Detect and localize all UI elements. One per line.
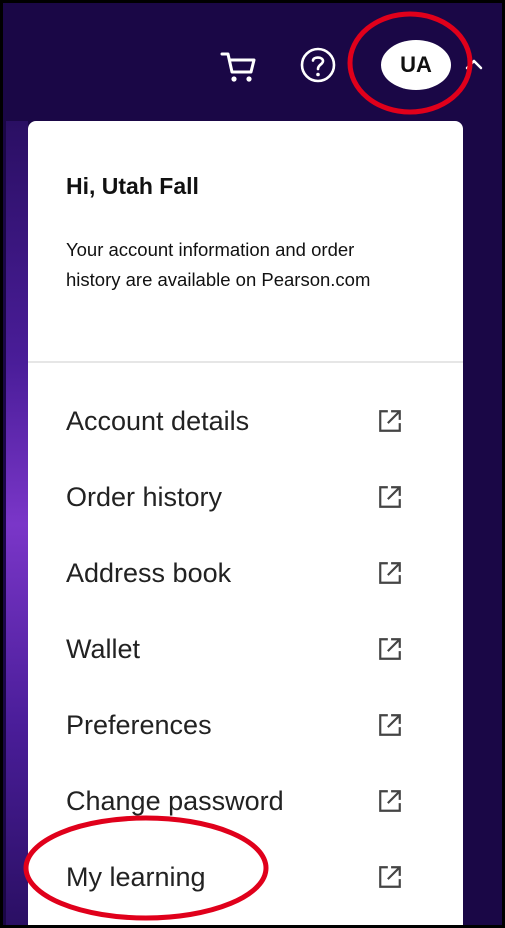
- menu-item-account-details[interactable]: Account details: [28, 383, 463, 459]
- menu-item-label: Account details: [66, 405, 250, 436]
- cart-button[interactable]: [217, 45, 259, 87]
- account-menu-list: Account details Order history Address bo…: [28, 383, 463, 915]
- external-link-icon: [379, 714, 401, 736]
- background-gradient-strip: [6, 121, 28, 925]
- menu-item-address-book[interactable]: Address book: [28, 535, 463, 611]
- menu-item-order-history[interactable]: Order history: [28, 459, 463, 535]
- external-link-icon: [379, 790, 401, 812]
- external-link-icon: [379, 638, 401, 660]
- menu-item-change-password[interactable]: Change password: [28, 763, 463, 839]
- menu-item-label: Address book: [66, 557, 232, 588]
- user-avatar-button[interactable]: UA: [381, 40, 451, 90]
- greeting-heading: Hi, Utah Fall: [66, 173, 199, 199]
- menu-item-preferences[interactable]: Preferences: [28, 687, 463, 763]
- menu-item-label: Preferences: [66, 709, 212, 740]
- menu-item-wallet[interactable]: Wallet: [28, 611, 463, 687]
- account-dropdown-panel: Hi, Utah Fall Your account information a…: [28, 121, 463, 925]
- cart-icon: [220, 52, 256, 82]
- menu-item-label: Wallet: [66, 633, 141, 664]
- menu-item-my-learning[interactable]: My learning: [28, 839, 463, 915]
- menu-item-label: Order history: [66, 481, 223, 512]
- chevron-up-icon: [465, 59, 483, 70]
- external-link-icon: [379, 486, 401, 508]
- section-divider: [28, 361, 463, 363]
- external-link-icon: [379, 562, 401, 584]
- external-link-icon: [379, 866, 401, 888]
- menu-toggle-button[interactable]: [461, 51, 487, 77]
- help-icon: [300, 47, 336, 83]
- account-info-text: Your account information and order histo…: [66, 239, 371, 290]
- external-link-icon: [379, 410, 401, 432]
- help-button[interactable]: [296, 43, 340, 87]
- menu-item-label: Change password: [66, 785, 284, 816]
- menu-item-label: My learning: [66, 861, 206, 892]
- screenshot-frame: UA Hi, Utah Fall Your account informatio…: [0, 0, 505, 928]
